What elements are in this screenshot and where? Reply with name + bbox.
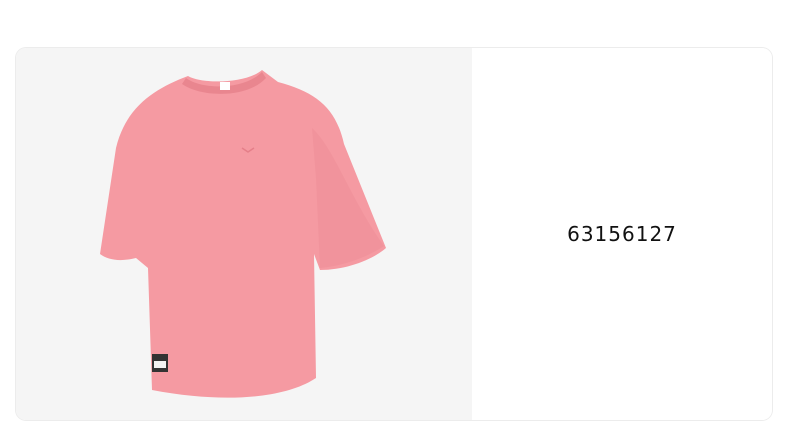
product-image-panel[interactable] [16,48,472,420]
product-code: 63156127 [567,222,677,246]
product-tshirt-image [100,70,386,398]
tshirt-sleeve-shadow [312,128,384,268]
neck-label [220,82,230,90]
product-info-panel: 63156127 [472,48,772,420]
product-card[interactable]: 63156127 [16,48,772,420]
